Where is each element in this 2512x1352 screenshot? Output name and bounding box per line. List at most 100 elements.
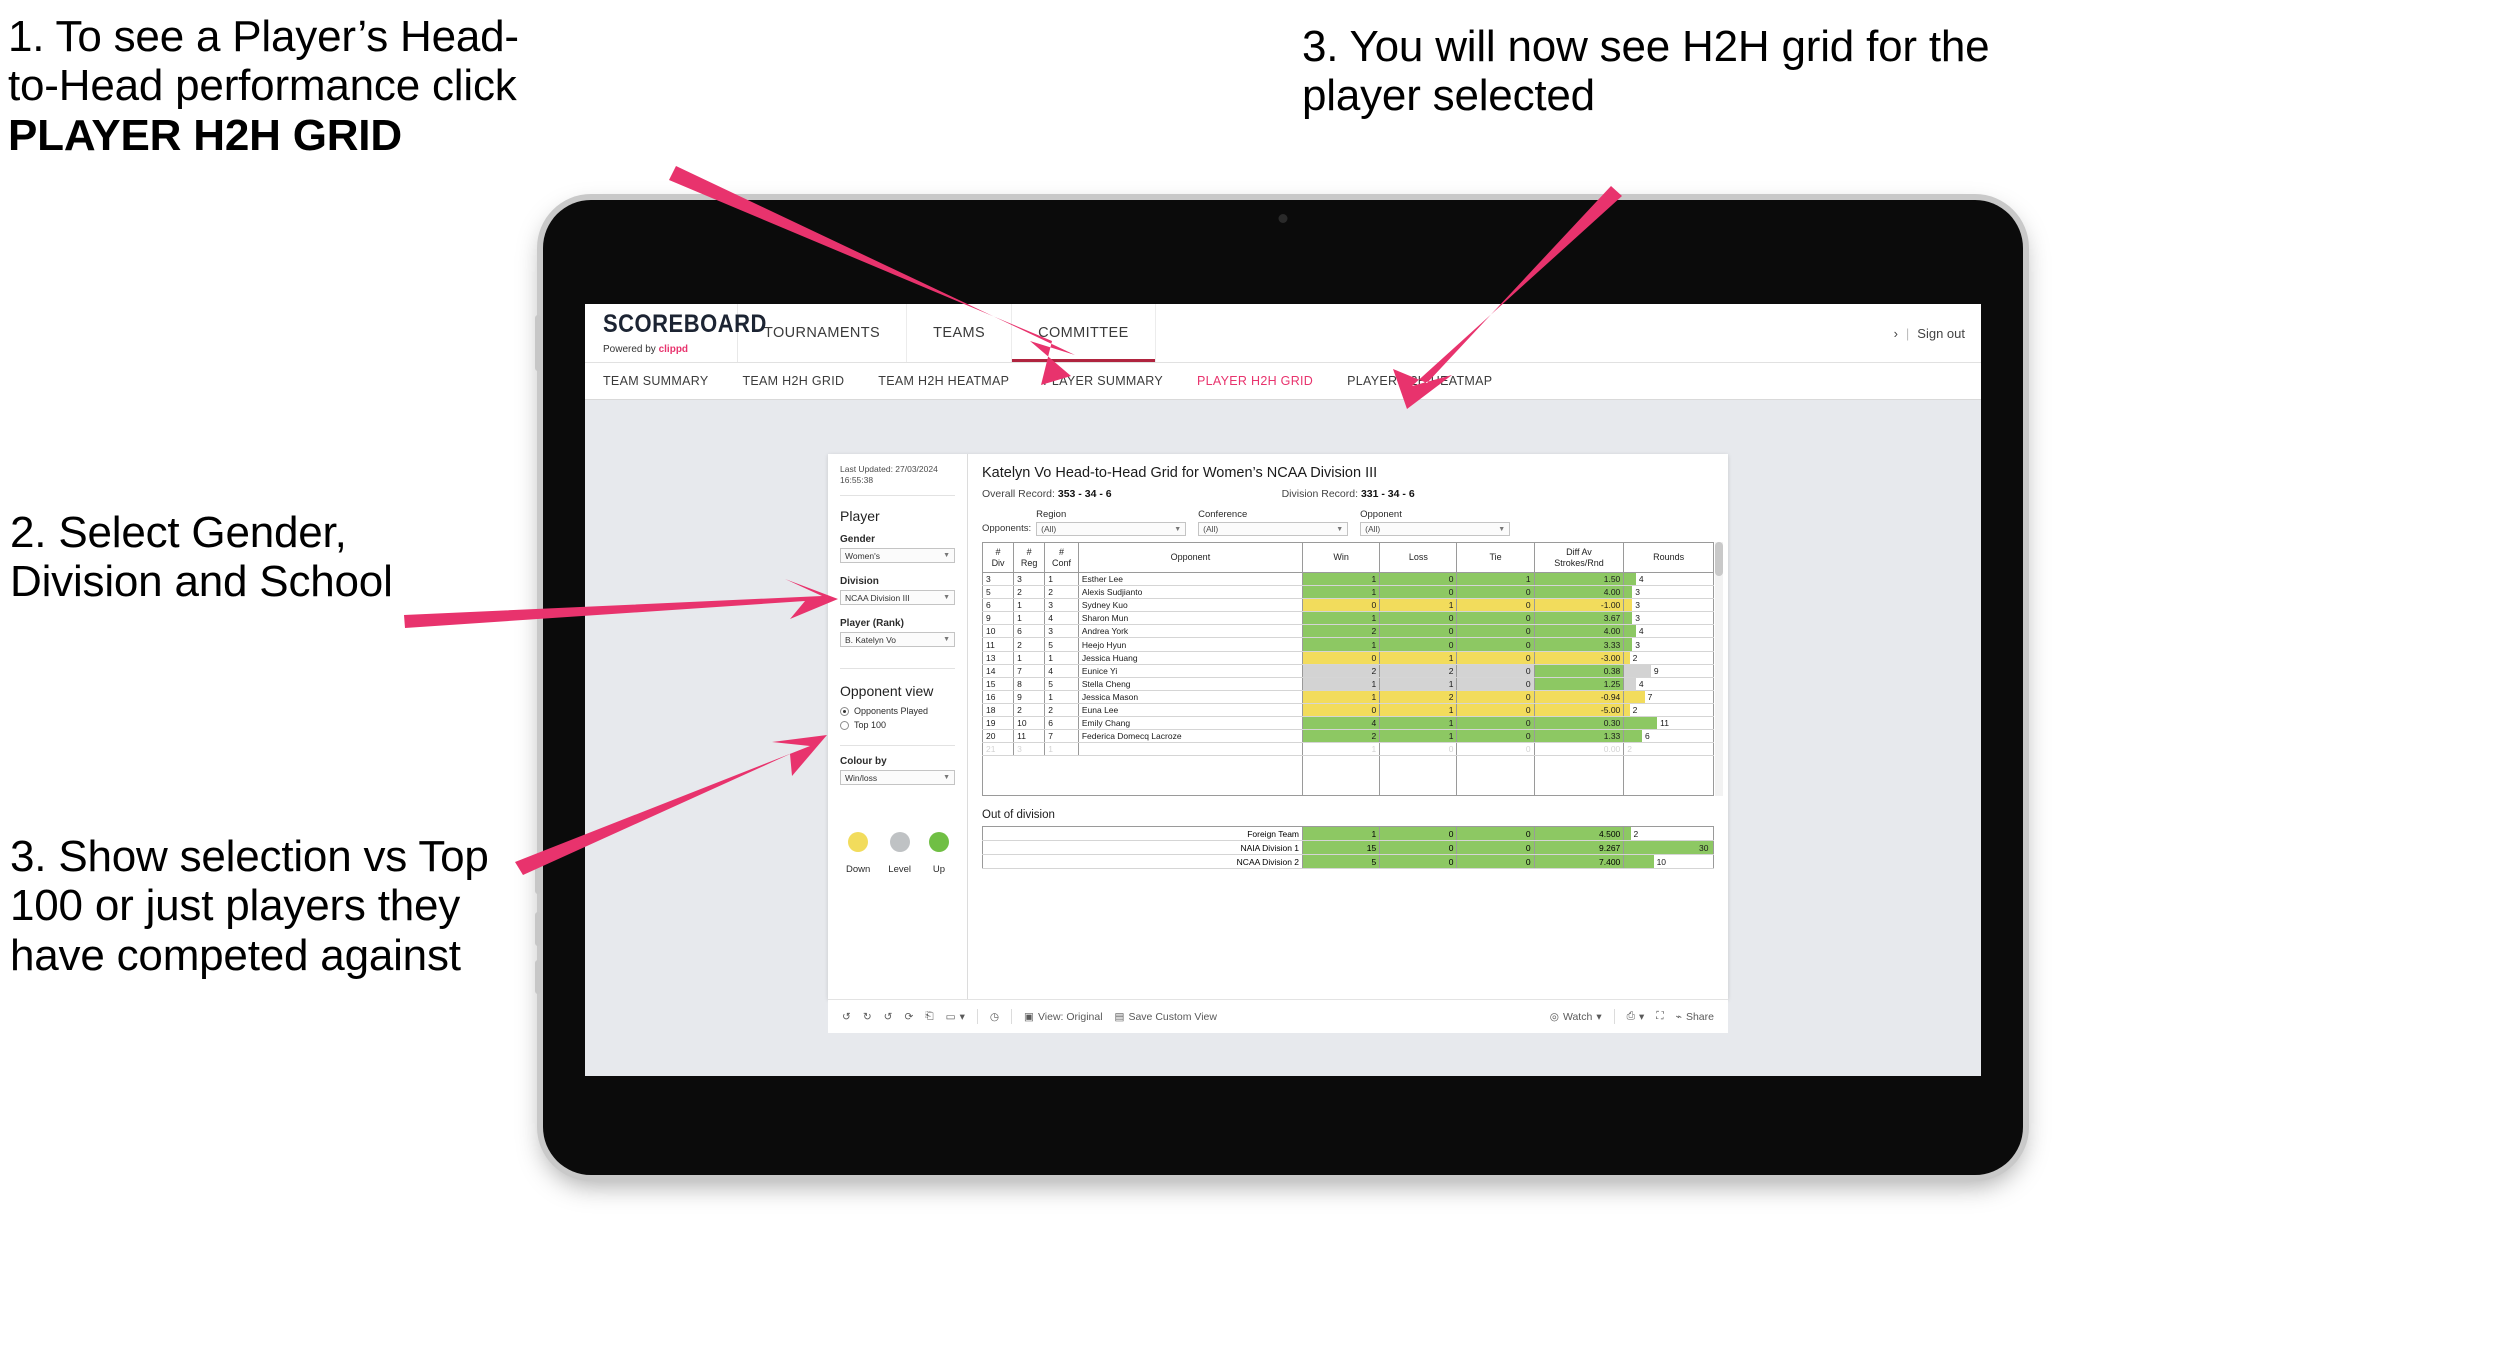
col-win[interactable]: Win xyxy=(1302,542,1381,573)
rounds-bar xyxy=(1624,638,1633,651)
table-filler-row xyxy=(981,755,1714,796)
table-row[interactable]: 6 1 3 Sydney Kuo 0 1 0 -1.00 3 xyxy=(981,598,1714,613)
gender-value: Women's xyxy=(845,550,881,561)
table-row-partial: 21 3 1 1 0 0 0.00 2 xyxy=(981,742,1714,757)
table-row[interactable]: NAIA Division 1 15 0 0 9.267 30 xyxy=(981,840,1714,856)
cell-win: 4 xyxy=(1302,716,1381,731)
alerts-icon[interactable]: ▭ ▾ xyxy=(946,1011,965,1023)
legend-item-level: Level xyxy=(888,832,911,875)
region-filter-value: (All) xyxy=(1041,524,1057,534)
radio-opponents-played[interactable]: Opponents Played xyxy=(840,706,955,716)
download-icon[interactable]: ⎙ ▾ xyxy=(1627,1010,1645,1023)
pause-icon[interactable]: ⎗ xyxy=(925,1010,933,1023)
region-filter-label: Region xyxy=(1036,509,1067,520)
col-div[interactable]: # Div xyxy=(981,542,1015,573)
cell-reg: 7 xyxy=(1013,664,1046,678)
cell-tie: 0 xyxy=(1456,651,1535,665)
colour-by-select[interactable]: Win/loss ▼ xyxy=(840,770,955,786)
col-rounds[interactable]: Rounds xyxy=(1623,542,1714,573)
table-row[interactable]: 16 9 1 Jessica Mason 1 2 0 -0.94 7 xyxy=(981,690,1714,704)
watch-button[interactable]: ◎ Watch ▾ xyxy=(1550,1011,1602,1023)
redo-icon[interactable]: ↻ xyxy=(863,1011,872,1023)
table-row[interactable]: 19 10 6 Emily Chang 4 1 0 0.30 11 xyxy=(981,716,1714,731)
rounds-value: 3 xyxy=(1635,587,1640,598)
cell-div: 6 xyxy=(981,598,1015,613)
opponent-filter-select[interactable]: (All) ▼ xyxy=(1360,522,1511,536)
chevron-down-icon: ▼ xyxy=(1336,525,1344,533)
radio-top-100[interactable]: Top 100 xyxy=(840,720,955,730)
legend-swatch-up-icon xyxy=(928,832,949,853)
radio-unselected-icon xyxy=(840,720,849,730)
sign-out-link[interactable]: Sign out xyxy=(1917,326,1965,341)
share-button[interactable]: ⌁ Share xyxy=(1676,1011,1714,1023)
revert-icon[interactable]: ↺ xyxy=(884,1011,893,1023)
gender-select[interactable]: Women's ▼ xyxy=(840,548,955,564)
col-opponent[interactable]: Opponent xyxy=(1077,542,1304,573)
subnav-player-summary[interactable]: PLAYER SUMMARY xyxy=(1043,374,1163,388)
table-row[interactable]: 14 7 4 Eunice Yi 2 2 0 0.38 9 xyxy=(981,664,1714,678)
cell-diff: 4.00 xyxy=(1533,624,1625,639)
opponents-filter-label: Opponents: xyxy=(982,523,1032,534)
brand-logo[interactable]: SCOREBOARD Powered by clippd xyxy=(585,304,766,362)
player-rank-select[interactable]: B. Katelyn Vo ▼ xyxy=(840,632,955,648)
cell-opponent: Andrea York xyxy=(1077,624,1304,639)
front-camera-icon xyxy=(1278,214,1288,223)
brand-tagline: Powered by clippd xyxy=(603,344,737,355)
subnav-player-h2h-heatmap[interactable]: PLAYER H2H HEATMAP xyxy=(1347,374,1492,388)
division-select[interactable]: NCAA Division III ▼ xyxy=(840,590,955,606)
cell-diff: 3.33 xyxy=(1533,637,1625,652)
col-diff-av-strokes[interactable]: Diff Av Strokes/Rnd xyxy=(1533,542,1625,573)
cell-reg: 1 xyxy=(1013,598,1046,613)
rounds-bar xyxy=(1624,664,1651,677)
rounds-bar xyxy=(1624,651,1630,664)
table-row[interactable]: Foreign Team 1 0 0 4.500 2 xyxy=(981,826,1714,842)
cell-conf: 5 xyxy=(1044,637,1079,652)
table-row[interactable]: 13 1 1 Jessica Huang 0 1 0 -3.00 2 xyxy=(981,651,1714,665)
col-tie[interactable]: Tie xyxy=(1456,542,1535,573)
table-row[interactable]: 3 3 1 Esther Lee 1 0 1 1.50 4 xyxy=(981,572,1714,587)
cell-conf: 2 xyxy=(1044,585,1079,600)
conference-filter-select[interactable]: (All) ▼ xyxy=(1198,522,1349,536)
table-row[interactable]: 9 1 4 Sharon Mun 1 0 0 3.67 3 xyxy=(981,611,1714,626)
grid-scrollbar-track[interactable] xyxy=(1715,542,1723,797)
nav-item-teams[interactable]: TEAMS xyxy=(907,304,1013,362)
subnav-team-summary[interactable]: TEAM SUMMARY xyxy=(603,374,708,388)
undo-icon[interactable]: ↺ xyxy=(842,1011,851,1023)
cell-reg: 8 xyxy=(1013,677,1046,691)
col-loss[interactable]: Loss xyxy=(1379,542,1458,573)
col-conf[interactable]: # Conf xyxy=(1044,542,1079,573)
table-row[interactable]: 18 2 2 Euna Lee 0 1 0 -5.00 2 xyxy=(981,703,1714,718)
cell-loss: 0 xyxy=(1379,611,1458,626)
table-row[interactable]: 20 11 7 Federica Domecq Lacroze 2 1 0 1.33 6 xyxy=(981,729,1714,744)
subnav-player-h2h-grid[interactable]: PLAYER H2H GRID xyxy=(1197,374,1313,388)
account-chevron-icon[interactable]: › xyxy=(1894,326,1898,341)
view-original-label: View: Original xyxy=(1037,1010,1103,1023)
table-row[interactable]: 10 6 3 Andrea York 2 0 0 4.00 4 xyxy=(981,624,1714,639)
annotation-step-1-emphasis: PLAYER H2H GRID xyxy=(8,110,402,160)
subnav-team-h2h-heatmap[interactable]: TEAM H2H HEATMAP xyxy=(878,374,1009,388)
table-row[interactable]: NCAA Division 2 5 0 0 7.400 10 xyxy=(981,854,1714,870)
nav-item-committee[interactable]: COMMITTEE xyxy=(1012,304,1156,362)
table-row[interactable]: 11 2 5 Heejo Hyun 1 0 0 3.33 3 xyxy=(981,637,1714,652)
cell-rounds: 3 xyxy=(1623,611,1714,626)
fullscreen-icon[interactable]: ⛶ xyxy=(1656,1010,1663,1023)
cell-conf: 1 xyxy=(1044,690,1079,704)
tablet-device-frame: SCOREBOARD Powered by clippd TOURNAMENTS… xyxy=(535,200,2023,1175)
annotation-step-4: 3. You will now see H2H grid for the pla… xyxy=(1302,22,1990,121)
table-row[interactable]: 5 2 2 Alexis Sudjianto 1 0 0 4.00 3 xyxy=(981,585,1714,600)
cell-group-name: Foreign Team xyxy=(981,826,1304,842)
view-original-button[interactable]: ▣ View: Original xyxy=(1024,1011,1103,1023)
ask-data-icon[interactable]: ◷ xyxy=(990,1011,999,1023)
cell-tie: 0 xyxy=(1456,585,1535,600)
save-custom-view-button[interactable]: ▤ Save Custom View xyxy=(1115,1011,1217,1023)
grid-scrollbar-thumb[interactable] xyxy=(1715,542,1723,576)
region-filter-select[interactable]: (All) ▼ xyxy=(1036,522,1187,536)
cell-loss: 0 xyxy=(1379,742,1458,757)
cell-loss: 1 xyxy=(1379,729,1458,744)
subnav-team-h2h-grid[interactable]: TEAM H2H GRID xyxy=(742,374,844,388)
table-row[interactable]: 15 8 5 Stella Cheng 1 1 0 1.25 4 xyxy=(981,677,1714,691)
refresh-icon[interactable]: ⟳ xyxy=(904,1011,913,1023)
out-of-division-table: Foreign Team 1 0 0 4.500 2 NAIA Division 1 15 0 0… xyxy=(981,826,1714,870)
col-reg[interactable]: # Reg xyxy=(1013,542,1046,573)
legend-label-level: Level xyxy=(888,864,911,876)
